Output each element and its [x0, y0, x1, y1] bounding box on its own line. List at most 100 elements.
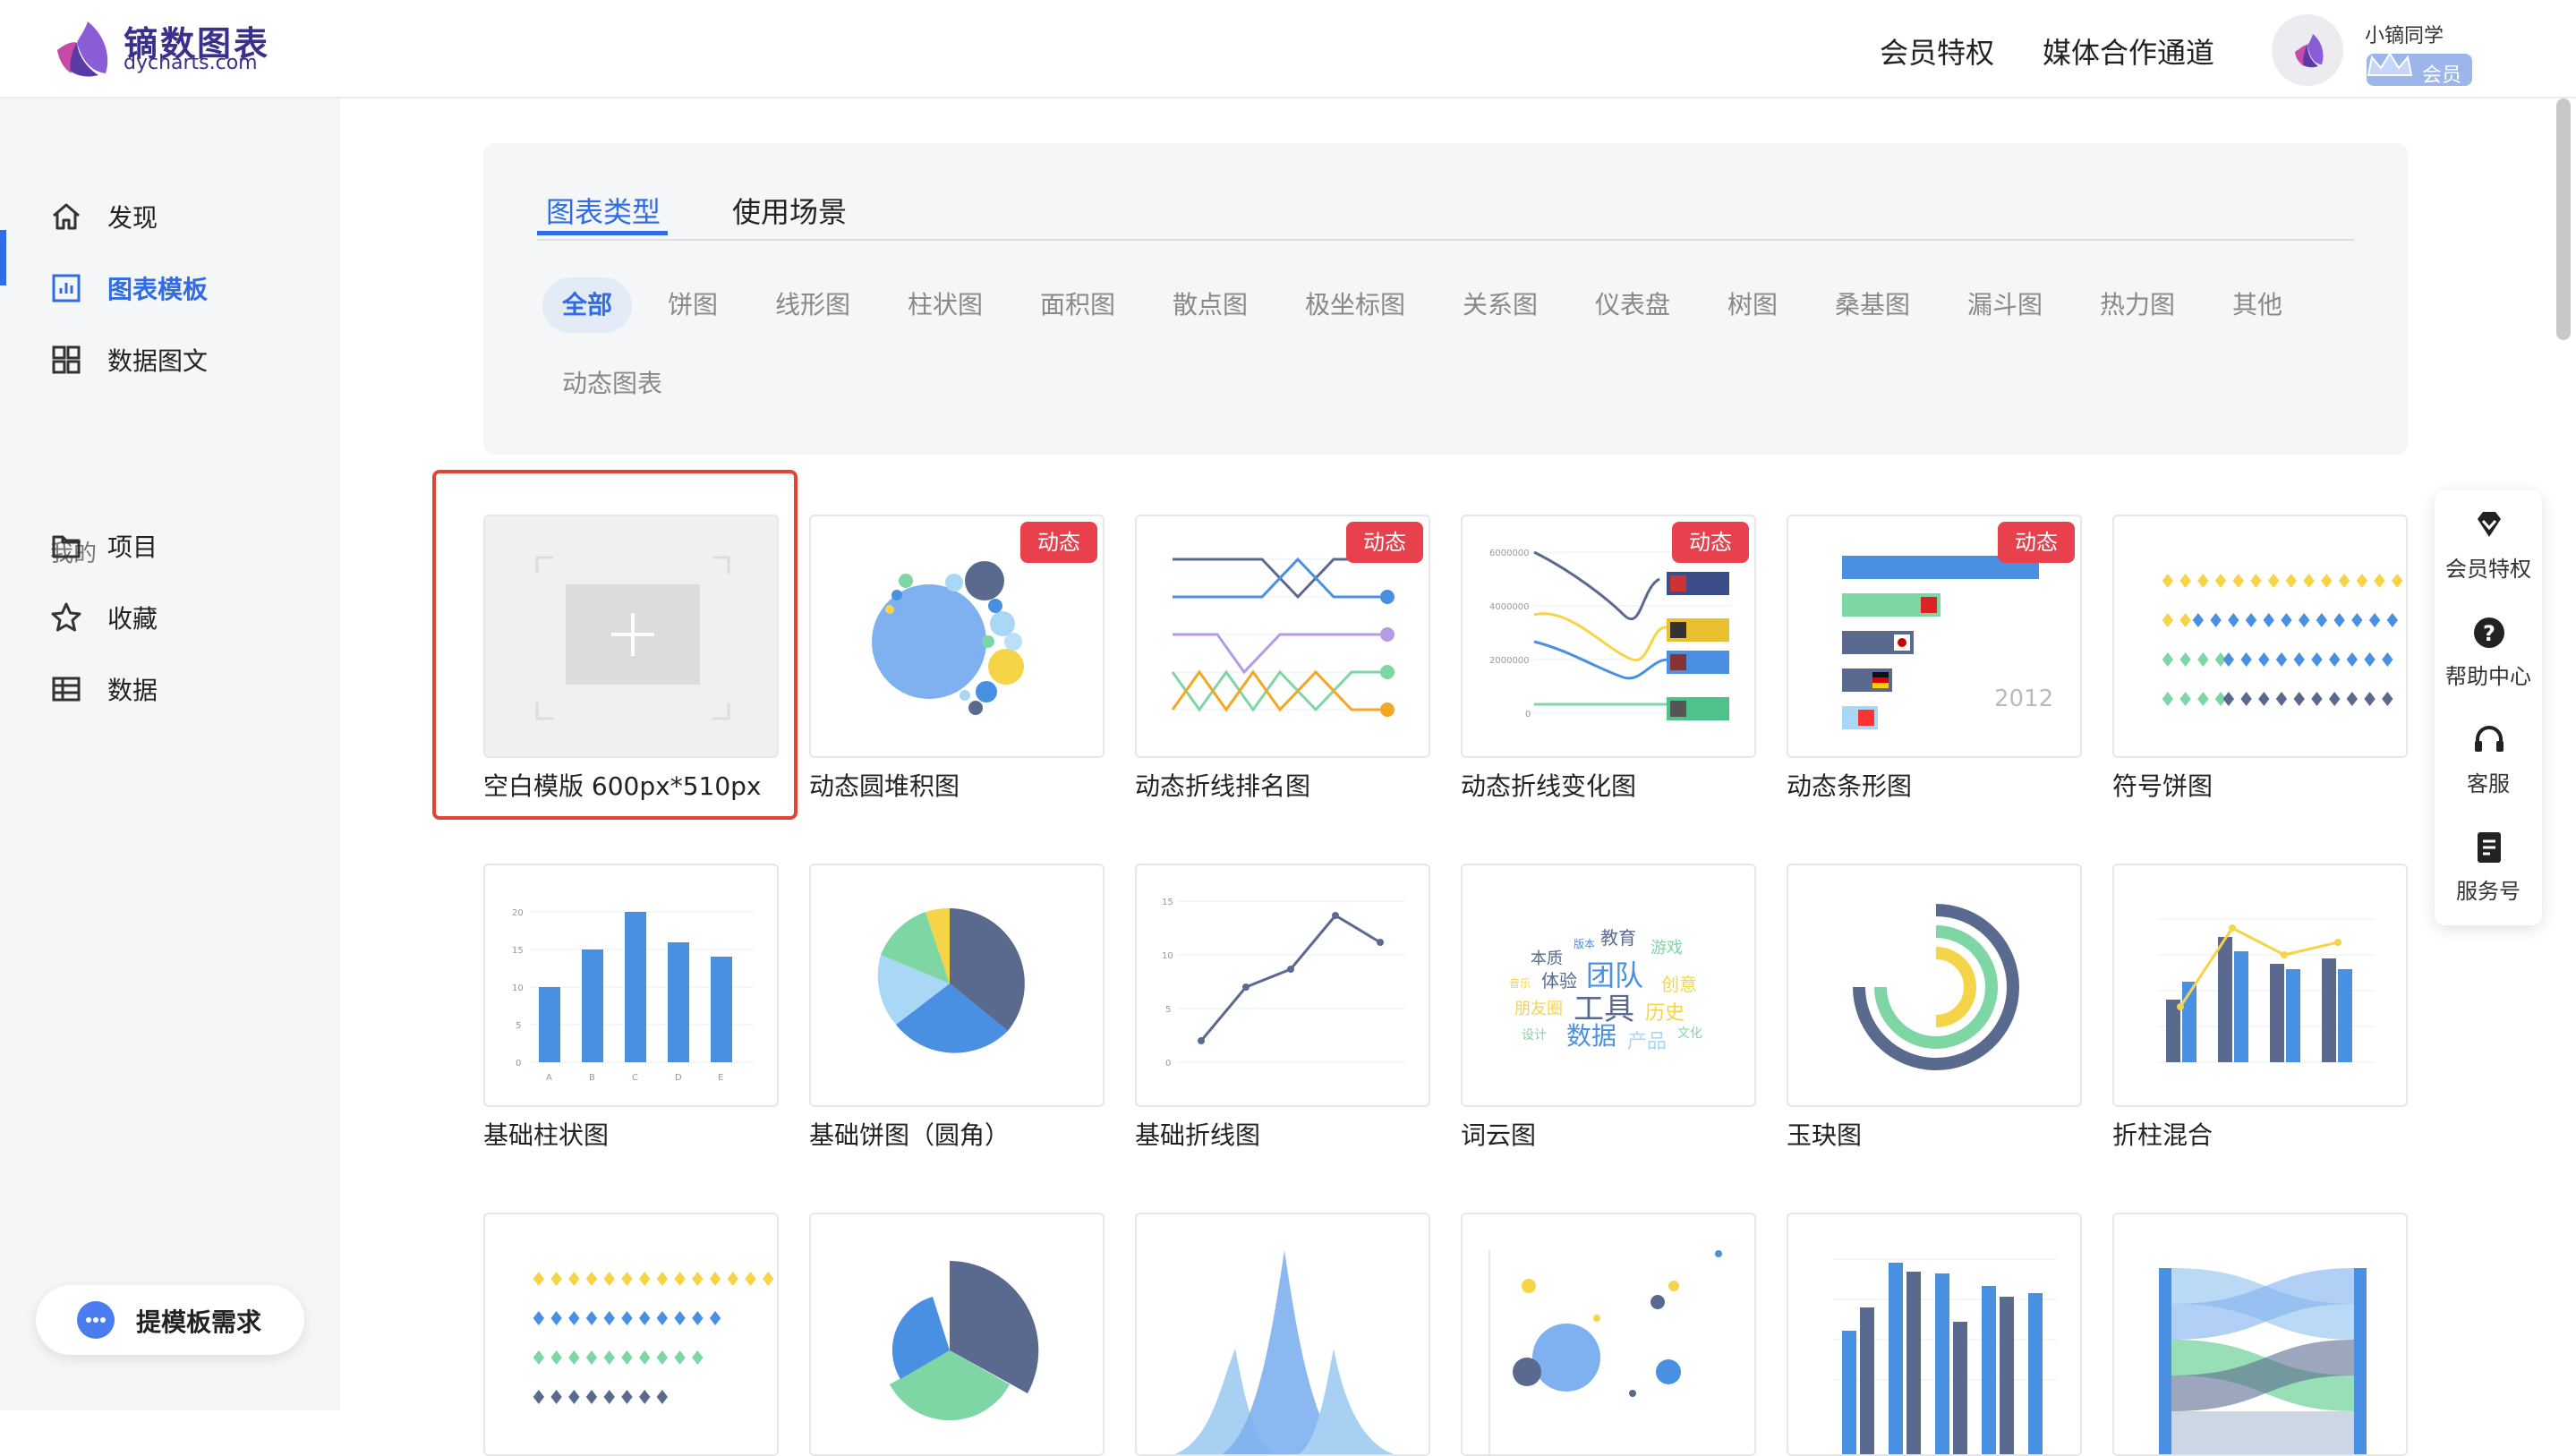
- sidebar-item-chart-templates[interactable]: 图表模板: [0, 256, 340, 319]
- chip-tree[interactable]: 树图: [1708, 277, 1797, 333]
- sidebar-item-label: 数据图文: [107, 346, 209, 376]
- chip-scatter[interactable]: 散点图: [1153, 277, 1267, 333]
- rose-pie-thumb: [890, 1261, 1039, 1421]
- template-thumbnail: [809, 1213, 1105, 1456]
- chip-polar[interactable]: 极坐标图: [1285, 277, 1425, 333]
- template-thumbnail: 动态: [809, 515, 1105, 758]
- avatar[interactable]: [2272, 14, 2343, 86]
- y-tick: 2000000: [1489, 656, 1530, 666]
- float-label: 客服: [2467, 771, 2510, 796]
- y-tick: 0: [1165, 1059, 1171, 1069]
- chip-relation[interactable]: 关系图: [1443, 277, 1557, 333]
- x-tick: C: [632, 1073, 638, 1083]
- template-thumbnail: 20 15 10 5 0 A B C D E: [483, 864, 779, 1107]
- y-tick: 0: [516, 1059, 521, 1069]
- float-label: 帮助中心: [2445, 664, 2531, 689]
- sidebar-item-label: 收藏: [107, 604, 158, 634]
- dynamic-badge: 动态: [1346, 522, 1423, 563]
- y-tick: 4000000: [1489, 602, 1530, 612]
- template-thumbnail: 动态: [1135, 515, 1430, 758]
- x-tick: E: [718, 1073, 723, 1083]
- template-title: 动态条形图: [1787, 771, 1913, 801]
- template-thumbnail: ♦♦♦♦♦♦♦♦♦♦♦♦♦♦ ♦♦ ♦♦♦♦♦♦♦♦♦♦♦♦ ♦♦♦♦ ♦♦♦♦♦♦…: [2112, 515, 2408, 758]
- sidebar-item-label: 图表模板: [107, 275, 209, 304]
- word: 本质: [1531, 949, 1563, 968]
- sidebar-item-discover[interactable]: 发现: [0, 184, 340, 247]
- request-template-button[interactable]: 提模板需求: [36, 1285, 304, 1355]
- template-thumbnail: 本质 教育 游戏 体验 团队 创意 朋友圈 工具 历史 设计 数据 产品 文化 …: [1461, 864, 1756, 1107]
- chip-bar[interactable]: 柱状图: [888, 277, 1002, 333]
- table-icon: [52, 677, 81, 702]
- folder-icon: [52, 535, 81, 558]
- word: 朋友圈: [1514, 1000, 1563, 1018]
- nav-member-privileges[interactable]: 会员特权: [1880, 30, 1994, 72]
- username: 小镝同学: [2365, 25, 2444, 47]
- sidebar-item-favorites[interactable]: 收藏: [0, 585, 340, 648]
- y-tick: 0: [1525, 710, 1531, 719]
- brand-logo[interactable]: 镝数图表 dycharts.com: [52, 16, 268, 82]
- chip-pie[interactable]: 饼图: [648, 277, 738, 333]
- sidebar-item-label: 发现: [107, 203, 158, 233]
- chip-line[interactable]: 线形图: [755, 277, 870, 333]
- template-title: 动态折线变化图: [1461, 771, 1637, 801]
- template-thumbnail: [1461, 1213, 1756, 1456]
- sidebar-item-data[interactable]: 数据: [0, 657, 340, 719]
- sidebar-item-data-articles[interactable]: 数据图文: [0, 328, 340, 390]
- svg-text:♦♦♦♦♦♦♦♦♦♦♦♦♦♦: ♦♦♦♦♦♦♦♦♦♦♦♦♦♦: [2159, 571, 2406, 593]
- word: 音乐: [1509, 976, 1531, 990]
- float-member-privileges[interactable]: 会员特权: [2435, 490, 2542, 598]
- document-icon: [2478, 832, 2501, 863]
- word: 游戏: [1651, 939, 1683, 958]
- word: 文化: [1677, 1026, 1702, 1041]
- word: 版本: [1574, 938, 1595, 950]
- word: 体验: [1541, 970, 1577, 992]
- sidebar-item-projects[interactable]: 项目: [0, 514, 340, 576]
- chip-area[interactable]: 面积图: [1020, 277, 1135, 333]
- svg-text:♦♦♦♦♦♦♦♦♦♦: ♦♦♦♦♦♦♦♦♦♦: [530, 1348, 706, 1370]
- chart-icon: [52, 274, 81, 302]
- tab-usage-scenario[interactable]: 使用场景: [732, 190, 847, 231]
- word: 数据: [1566, 1021, 1616, 1051]
- chip-heatmap[interactable]: 热力图: [2080, 277, 2195, 333]
- crown-icon: [2367, 52, 2413, 76]
- sidebar-item-label: 数据: [107, 676, 158, 705]
- chip-funnel[interactable]: 漏斗图: [1948, 277, 2062, 333]
- chip-all[interactable]: 全部: [542, 277, 633, 333]
- sidebar-item-label: 项目: [107, 532, 158, 562]
- question-icon: ?: [2474, 617, 2504, 648]
- svg-text:♦♦♦♦♦♦♦♦: ♦♦♦♦♦♦♦♦: [530, 1387, 671, 1409]
- tab-divider: [537, 239, 2354, 241]
- template-thumbnail: 2012 动态: [1787, 515, 2082, 758]
- page-scrollbar[interactable]: [2556, 98, 2571, 340]
- tab-chart-type[interactable]: 图表类型: [546, 190, 661, 231]
- radial-bar-thumb: [1853, 904, 2019, 1070]
- floating-help-panel: 会员特权 ? 帮助中心 客服 服务号: [2435, 490, 2542, 925]
- float-customer-service[interactable]: 客服: [2435, 705, 2542, 813]
- chip-dynamic[interactable]: 动态图表: [542, 356, 682, 412]
- filter-panel: 图表类型 使用场景 全部 饼图 线形图 柱状图 面积图 散点图 极坐标图 关系图…: [483, 143, 2408, 455]
- template-title: 基础柱状图: [483, 1120, 610, 1150]
- word: 设计: [1522, 1028, 1547, 1043]
- svg-text:♦♦♦♦♦♦♦♦♦♦: ♦♦♦♦♦♦♦♦♦♦: [2220, 689, 2396, 711]
- request-template-label: 提模板需求: [136, 1307, 262, 1337]
- basic-line-chart-thumb: 15 10 5 0: [1162, 898, 1405, 1069]
- template-thumbnail: [1787, 864, 2082, 1107]
- svg-text:♦♦♦♦♦♦♦♦♦♦♦♦♦♦: ♦♦♦♦♦♦♦♦♦♦♦♦♦♦: [530, 1269, 777, 1291]
- logo-leaf-icon: [57, 21, 108, 77]
- top-header: 镝数图表 dycharts.com 会员特权 媒体合作通道 小镝同学 会员: [0, 0, 2576, 98]
- template-thumbnail: [809, 864, 1105, 1107]
- float-service-account[interactable]: 服务号: [2435, 813, 2542, 920]
- svg-text:♦♦♦♦♦♦♦♦♦♦♦♦: ♦♦♦♦♦♦♦♦♦♦♦♦: [2189, 610, 2401, 633]
- template-title: 基础折线图: [1135, 1120, 1261, 1150]
- chip-other[interactable]: 其他: [2213, 277, 2302, 333]
- float-help-center[interactable]: ? 帮助中心: [2435, 598, 2542, 705]
- nav-media-cooperation[interactable]: 媒体合作通道: [2043, 30, 2214, 72]
- y-tick: 20: [512, 908, 524, 918]
- grouped-bar-thumb: [1833, 1258, 2057, 1454]
- chip-sankey[interactable]: 桑基图: [1815, 277, 1930, 333]
- template-title: 折柱混合: [2112, 1120, 2213, 1150]
- rounded-pie-thumb: [877, 907, 1025, 1053]
- y-tick: 10: [512, 983, 524, 993]
- chip-gauge[interactable]: 仪表盘: [1575, 277, 1690, 333]
- template-title: 玉玦图: [1787, 1120, 1863, 1150]
